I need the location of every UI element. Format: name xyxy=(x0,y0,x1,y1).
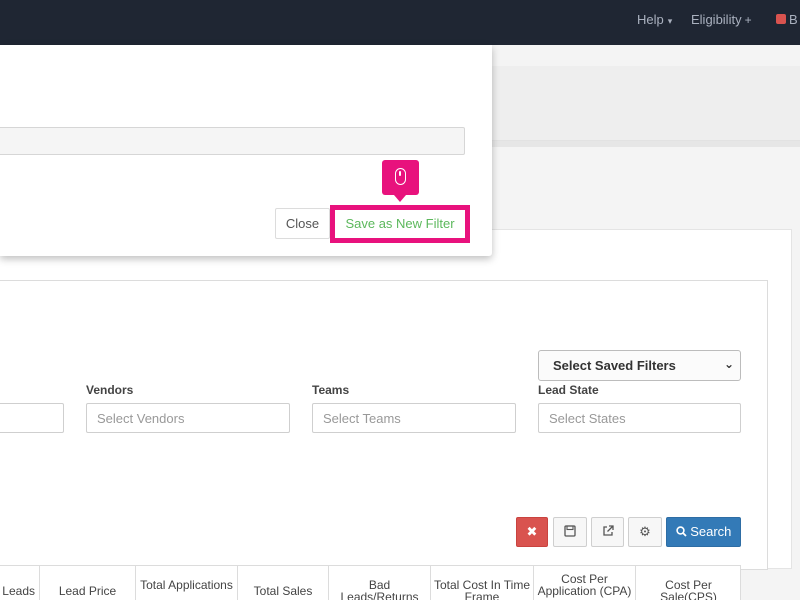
teams-label: Teams xyxy=(312,383,350,397)
saved-filters-select[interactable]: Select Saved Filters ⌄ xyxy=(538,350,741,381)
click-indicator xyxy=(382,160,419,202)
nav-help[interactable]: Help ▾ xyxy=(637,12,672,27)
mouse-icon xyxy=(395,168,406,185)
chevron-down-icon: ⌄ xyxy=(723,357,734,371)
column-header-leads[interactable]: Leads xyxy=(0,566,40,600)
save-icon xyxy=(564,525,576,537)
column-header-cps[interactable]: Cost Per Sale(CPS) xyxy=(636,566,741,600)
vendors-select[interactable]: Select Vendors xyxy=(86,403,290,433)
column-header-total-sales[interactable]: Total Sales xyxy=(238,566,329,600)
nav-truncated-item[interactable]: B xyxy=(789,12,798,27)
search-button[interactable]: Search xyxy=(666,517,741,547)
lead-state-label: Lead State xyxy=(538,383,599,397)
partial-filter-input[interactable] xyxy=(0,403,64,433)
save-as-new-filter-button[interactable]: Save as New Filter xyxy=(330,205,470,243)
lead-state-select[interactable]: Select States xyxy=(538,403,741,433)
results-table-header: Leads Lead Price Total Applications Tota… xyxy=(0,565,741,600)
close-button[interactable]: Close xyxy=(275,208,330,239)
top-navbar: Help ▾ Eligibility + B xyxy=(0,0,800,45)
column-header-bad-leads[interactable]: Bad Leads/Returns xyxy=(329,566,431,600)
column-header-total-applications[interactable]: Total Applications xyxy=(136,566,238,600)
nav-help-label: Help xyxy=(637,12,664,27)
filter-name-input[interactable] xyxy=(0,127,465,155)
export-button[interactable] xyxy=(591,517,624,547)
settings-button[interactable]: ⚙ xyxy=(628,517,662,547)
vendors-label: Vendors xyxy=(86,383,134,397)
save-filter-modal: Close Save as New Filter xyxy=(0,45,492,256)
teams-select[interactable]: Select Teams xyxy=(312,403,516,433)
column-header-lead-price[interactable]: Lead Price xyxy=(40,566,136,600)
column-header-total-cost[interactable]: Total Cost In Time Frame xyxy=(431,566,534,600)
plus-icon: + xyxy=(744,13,752,27)
save-filter-button[interactable] xyxy=(553,517,587,547)
search-icon xyxy=(675,526,687,537)
caret-down-icon: ▾ xyxy=(667,16,673,26)
external-link-icon xyxy=(602,525,614,536)
search-button-label: Search xyxy=(690,524,732,539)
clear-filters-button[interactable]: ✖ xyxy=(516,517,548,547)
nav-eligibility-label: Eligibility xyxy=(691,12,742,27)
gear-icon: ⚙ xyxy=(639,524,651,539)
x-icon: ✖ xyxy=(526,524,538,539)
saved-filters-select-value: Select Saved Filters xyxy=(553,358,676,373)
status-square-icon xyxy=(776,14,786,24)
nav-eligibility[interactable]: Eligibility + xyxy=(691,12,752,27)
column-header-cpa[interactable]: Cost Per Application (CPA) xyxy=(534,566,636,600)
